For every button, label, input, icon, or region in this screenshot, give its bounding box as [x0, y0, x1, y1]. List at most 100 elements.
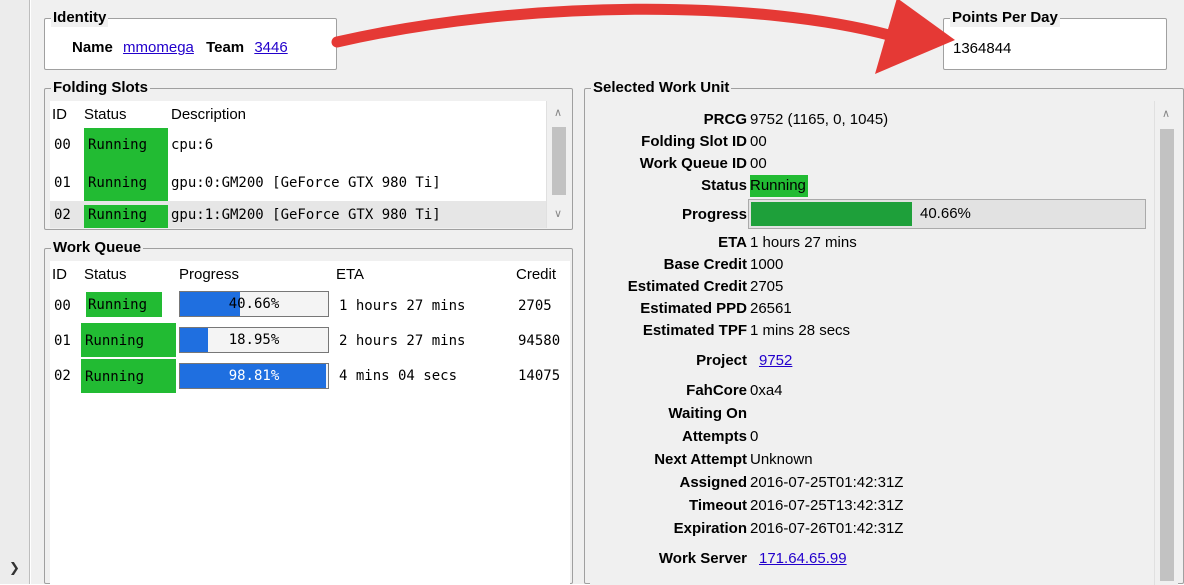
folding-slots-group: Folding Slots ID Status Description 00 R… [44, 79, 573, 230]
queue-progress-bar: 18.95% [179, 327, 329, 353]
scroll-down-icon[interactable]: ∨ [554, 207, 562, 220]
slot-status-badge: Running [84, 128, 168, 166]
queue-row-credit[interactable]: 2705 [518, 298, 552, 314]
work-unit-scrollbar[interactable]: ∧ [1154, 101, 1178, 585]
points-per-day-group: Points Per Day 1364844 [943, 9, 1167, 70]
project-link[interactable]: 9752 [759, 352, 792, 369]
timeout-label: Timeout [688, 497, 747, 514]
ppd-value: 1364844 [953, 40, 1012, 57]
attempts-value: 0 [750, 428, 759, 445]
slot-status-text: Running [88, 175, 148, 191]
status-value: Running [750, 175, 808, 197]
next-attempt-value: Unknown [750, 451, 813, 468]
work-unit-details: PRCG 9752 (1165, 0, 1045) Folding Slot I… [590, 101, 1178, 585]
waiting-on-label: Waiting On [668, 405, 747, 422]
slot-status-text: Running [88, 207, 148, 223]
fahcore-value: 0xa4 [750, 382, 783, 399]
queue-row-id[interactable]: 01 [54, 333, 71, 349]
queue-row-eta[interactable]: 1 hours 27 mins [339, 298, 465, 314]
prcg-label: PRCG [703, 111, 747, 128]
slot-row-id[interactable]: 00 [54, 137, 71, 153]
queue-row-credit[interactable]: 94580 [518, 333, 560, 349]
queue-row-eta[interactable]: 2 hours 27 mins [339, 333, 465, 349]
queue-progress-bar: 98.81% [179, 363, 329, 389]
fahcore-label: FahCore [686, 382, 747, 399]
work-queue-list[interactable]: ID Status Progress ETA Credit 00 Running… [50, 261, 570, 585]
assigned-label: Assigned [679, 474, 747, 491]
expiration-label: Expiration [673, 520, 747, 537]
name-label: Name [72, 39, 113, 56]
queue-progress-bar: 40.66% [179, 291, 329, 317]
estimated-ppd-label: Estimated PPD [640, 300, 747, 317]
assigned-value: 2016-07-25T01:42:31Z [750, 474, 904, 491]
slot-status-text: Running [88, 137, 148, 153]
work-unit-progress-text: 40.66% [920, 205, 971, 222]
scroll-thumb[interactable] [552, 127, 566, 195]
column-header-id[interactable]: ID [52, 266, 67, 283]
folding-slot-id-label: Folding Slot ID [641, 133, 747, 150]
slot-status-badge: Running [84, 205, 168, 228]
prcg-value: 9752 (1165, 0, 1045) [750, 111, 889, 128]
scroll-up-icon[interactable]: ∧ [554, 106, 562, 119]
queue-row-credit[interactable]: 14075 [518, 368, 560, 384]
expiration-value: 2016-07-26T01:42:31Z [750, 520, 904, 537]
work-server-link[interactable]: 171.64.65.99 [759, 550, 847, 567]
queue-progress-text: 98.81% [228, 368, 280, 384]
team-label: Team [206, 39, 245, 56]
progress-label: Progress [681, 206, 747, 223]
eta-value: 1 hours 27 mins [750, 234, 857, 251]
column-header-eta[interactable]: ETA [336, 266, 364, 283]
slot-row-id[interactable]: 02 [54, 207, 71, 223]
queue-progress-text: 18.95% [228, 332, 280, 348]
estimated-tpf-value: 1 mins 28 secs [750, 322, 851, 339]
folding-slots-list[interactable]: ID Status Description 00 Running cpu:6 0… [50, 101, 570, 228]
queue-progress-text: 40.66% [228, 296, 280, 312]
team-link[interactable]: 3446 [254, 39, 287, 56]
project-link-text[interactable]: 9752 [759, 352, 792, 369]
name-link[interactable]: mmomega [123, 39, 194, 56]
work-server-link-text[interactable]: 171.64.65.99 [759, 550, 847, 567]
column-header-status[interactable]: Status [84, 266, 127, 283]
work-queue-id-label: Work Queue ID [639, 155, 747, 172]
slot-row-description[interactable]: gpu:1:GM200 [GeForce GTX 980 Ti] [171, 207, 441, 223]
estimated-credit-label: Estimated Credit [627, 278, 747, 295]
selected-work-unit-group: Selected Work Unit PRCG 9752 (1165, 0, 1… [584, 79, 1184, 585]
folding-slots-legend: Folding Slots [51, 79, 150, 97]
queue-row-id[interactable]: 00 [54, 298, 71, 314]
eta-label: ETA [718, 234, 747, 251]
queue-status-text: Running [85, 369, 145, 385]
work-queue-legend: Work Queue [51, 239, 144, 257]
estimated-credit-value: 2705 [750, 278, 784, 295]
fahcontrol-status-panel: Identity Name mmomega Team 3446 Points P… [31, 0, 1184, 585]
timeout-value: 2016-07-25T13:42:31Z [750, 497, 904, 514]
work-unit-progress-fill [751, 202, 912, 226]
identity-group: Identity Name mmomega Team 3446 [44, 9, 337, 70]
side-strip: ❯ [0, 0, 30, 584]
project-label: Project [696, 352, 747, 369]
column-header-progress[interactable]: Progress [179, 266, 239, 283]
chevron-right-icon[interactable]: ❯ [9, 560, 20, 576]
base-credit-value: 1000 [750, 256, 784, 273]
slot-status-badge: Running [84, 166, 168, 201]
queue-row-id[interactable]: 02 [54, 368, 71, 384]
work-queue-group: Work Queue ID Status Progress ETA Credit… [44, 239, 573, 585]
work-server-label: Work Server [658, 550, 747, 567]
queue-status-badge: Running [86, 292, 162, 317]
slot-row-description[interactable]: gpu:0:GM200 [GeForce GTX 980 Ti] [171, 175, 441, 191]
column-header-id[interactable]: ID [52, 106, 67, 123]
scroll-thumb[interactable] [1160, 129, 1174, 581]
base-credit-label: Base Credit [663, 256, 747, 273]
queue-status-text: Running [88, 297, 148, 313]
column-header-status[interactable]: Status [84, 106, 127, 123]
slots-scrollbar[interactable]: ∧ ∨ [546, 101, 570, 228]
slot-row-id[interactable]: 01 [54, 175, 71, 191]
slot-row-description[interactable]: cpu:6 [171, 137, 213, 153]
queue-status-badge: Running [81, 359, 176, 393]
folding-slot-id-value: 00 [750, 133, 767, 150]
attempts-label: Attempts [681, 428, 747, 445]
column-header-credit[interactable]: Credit [516, 266, 556, 283]
scroll-up-icon[interactable]: ∧ [1162, 107, 1170, 120]
column-header-description[interactable]: Description [171, 106, 246, 123]
queue-status-text: Running [85, 333, 145, 349]
queue-row-eta[interactable]: 4 mins 04 secs [339, 368, 457, 384]
